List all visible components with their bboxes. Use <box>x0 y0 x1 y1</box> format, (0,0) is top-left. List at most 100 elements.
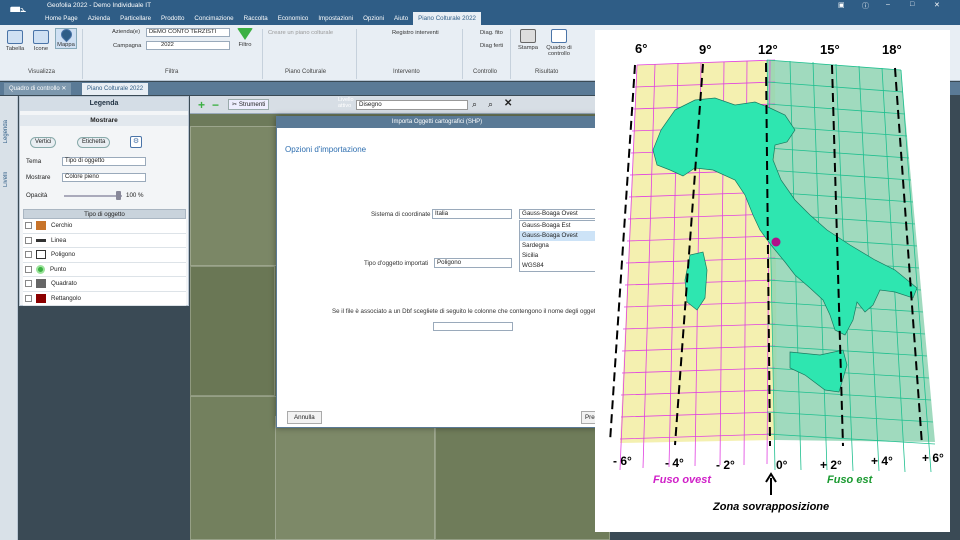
circle-swatch-icon <box>36 221 46 231</box>
registro-button[interactable]: Registro interventi <box>392 30 439 36</box>
tema-select[interactable]: Tipo di oggetto <box>62 157 146 166</box>
label-plus-6: + 6° <box>922 451 944 465</box>
strumenti-button[interactable]: ✂ Strumenti <box>228 99 270 110</box>
icone-button[interactable]: Icone <box>30 30 52 52</box>
menu-piano-colturale[interactable]: Piano Colturale 2022 <box>413 12 481 25</box>
label-plus-2: + 2° <box>820 458 842 472</box>
option-wgs84[interactable]: WGS84 <box>520 261 598 271</box>
remove-icon[interactable]: − <box>212 98 219 112</box>
top-degree-labels: 6° 9° 12° 15° 18° <box>635 41 902 57</box>
checkbox[interactable] <box>25 280 32 288</box>
menu-economico[interactable]: Economico <box>273 12 314 25</box>
utm-zones-figure: 6° 9° 12° 15° 18° - 6° - 4° - 2° 0° + 2°… <box>595 30 950 532</box>
create-plan-button[interactable]: Creare un piano colturale <box>268 30 333 36</box>
add-icon[interactable]: + <box>198 98 205 112</box>
zoom-in-icon[interactable]: ⌕ <box>472 99 477 110</box>
arrow-up-icon <box>765 472 777 495</box>
list-item[interactable]: Rettangolo <box>23 291 186 306</box>
tab-piano-colturale[interactable]: Piano Colturale 2022 <box>82 83 149 95</box>
close-icon[interactable]: ✕ <box>934 1 940 9</box>
maximize-icon[interactable]: □ <box>910 1 914 8</box>
option-sicilia[interactable]: Sicilia <box>520 251 598 261</box>
campagna-select[interactable]: 2022 <box>146 41 230 50</box>
menu-prodotto[interactable]: Prodotto <box>156 12 189 25</box>
group-intervento: Intervento <box>393 69 420 75</box>
stampa-button[interactable]: Stampa <box>515 29 541 51</box>
menu-particellare[interactable]: Particellare <box>115 12 156 25</box>
vertici-toggle[interactable]: Vertici <box>30 137 57 148</box>
proiezione-select[interactable]: Gauss-Boaga Ovest <box>519 209 599 219</box>
etichetta-toggle[interactable]: Etichetta <box>77 137 111 148</box>
tema-label: Tema <box>26 158 42 165</box>
label-9: 9° <box>699 42 711 57</box>
menu-impostazioni[interactable]: Impostazioni <box>313 12 358 25</box>
close-icon[interactable]: ✕ <box>504 98 512 109</box>
list-item[interactable]: Cerchio <box>23 219 186 234</box>
divider <box>262 29 263 79</box>
legend-table-header: Tipo di oggetto <box>23 209 186 219</box>
azienda-select[interactable]: DEMO CONTO TERZISTI <box>146 28 230 37</box>
option-gauss-boaga-est[interactable]: Gauss-Boaga Est <box>520 221 598 231</box>
tipo-select[interactable]: Poligono <box>434 258 512 268</box>
dbf-column-select[interactable] <box>433 322 513 331</box>
label-15: 15° <box>820 42 840 57</box>
option-gauss-boaga-ovest[interactable]: Gauss-Boaga Ovest <box>520 231 598 241</box>
annulla-button[interactable]: Annulla <box>287 411 322 424</box>
label-18: 18° <box>882 42 902 57</box>
import-dialog: Importa Oggetti cartografici (SHP) Opzio… <box>276 116 599 428</box>
group-piano: Piano Colturale <box>285 69 327 75</box>
dbf-instructions: Se il file è associato a un Dbf scegliet… <box>332 308 597 315</box>
list-item[interactable]: Poligono <box>23 248 186 263</box>
option-sardegna[interactable]: Sardegna <box>520 241 598 251</box>
quadro-button[interactable]: Quadro di controllo <box>545 29 573 57</box>
filtro-button[interactable]: Filtro <box>234 28 256 48</box>
group-risultato: Risultato <box>535 69 559 75</box>
label-minus-6: - 6° <box>613 454 632 468</box>
menu-concimazione[interactable]: Concimazione <box>189 12 238 25</box>
list-item[interactable]: Punto <box>23 262 186 277</box>
menu-opzioni[interactable]: Opzioni <box>358 12 389 25</box>
field-parcel <box>435 426 610 540</box>
mappa-button[interactable]: Mappa <box>55 26 77 49</box>
list-item[interactable]: Linea <box>23 233 186 248</box>
label-0: 0° <box>776 458 788 472</box>
checkbox[interactable] <box>25 251 32 259</box>
group-filtra: Filtra <box>165 69 179 75</box>
field-parcel <box>190 266 275 396</box>
menu-aiuto[interactable]: Aiuto <box>389 12 413 25</box>
campagna-label: Campagna <box>113 43 142 49</box>
fuso-ovest-label: Fuso ovest <box>653 474 712 486</box>
info-icon[interactable]: ⓘ <box>862 1 869 11</box>
menu-azienda[interactable]: Azienda <box>83 12 115 25</box>
diag-fito-button[interactable]: Diag. fito <box>480 30 503 36</box>
opacita-label: Opacità <box>26 192 48 199</box>
azienda-label: Azienda(e) <box>112 29 141 35</box>
tab-quadro-di-controllo[interactable]: Quadro di controllo ✕ <box>4 83 72 95</box>
tab-livelli[interactable]: Livelli <box>3 172 9 187</box>
opacity-slider-handle[interactable] <box>116 191 121 200</box>
checkbox[interactable] <box>25 222 32 230</box>
minimize-icon[interactable]: – <box>886 1 890 8</box>
sistema-select[interactable]: Italia <box>432 209 512 219</box>
opacita-value: 100 % <box>126 192 144 199</box>
polygon-swatch-icon <box>36 250 46 260</box>
livello-select[interactable]: Disegno <box>356 100 468 110</box>
settings-gear-icon[interactable]: ⚙ <box>130 136 142 148</box>
legend-panel: Legenda Mostrare Vertici Etichetta ⚙ Tem… <box>19 96 189 306</box>
opacity-slider[interactable] <box>64 195 122 197</box>
menu-raccolta[interactable]: Raccolta <box>239 12 273 25</box>
checkbox[interactable] <box>25 294 32 302</box>
checkbox[interactable] <box>25 265 32 273</box>
diag-ferti-button[interactable]: Diag ferti <box>480 43 503 49</box>
tabella-button[interactable]: Tabella <box>4 30 26 52</box>
list-item[interactable]: Quadrato <box>23 277 186 292</box>
mostrare-select[interactable]: Colore pieno <box>62 173 146 182</box>
restore-icon[interactable]: ▣ <box>838 1 845 9</box>
tab-legenda[interactable]: Legenda <box>3 120 9 143</box>
divider <box>356 29 357 79</box>
label-12: 12° <box>758 42 778 57</box>
mostrare-header: Mostrare <box>20 115 188 126</box>
menu-home[interactable]: Home Page <box>40 12 83 25</box>
zoom-out-icon[interactable]: ⌕ <box>488 99 493 110</box>
checkbox[interactable] <box>25 236 32 244</box>
